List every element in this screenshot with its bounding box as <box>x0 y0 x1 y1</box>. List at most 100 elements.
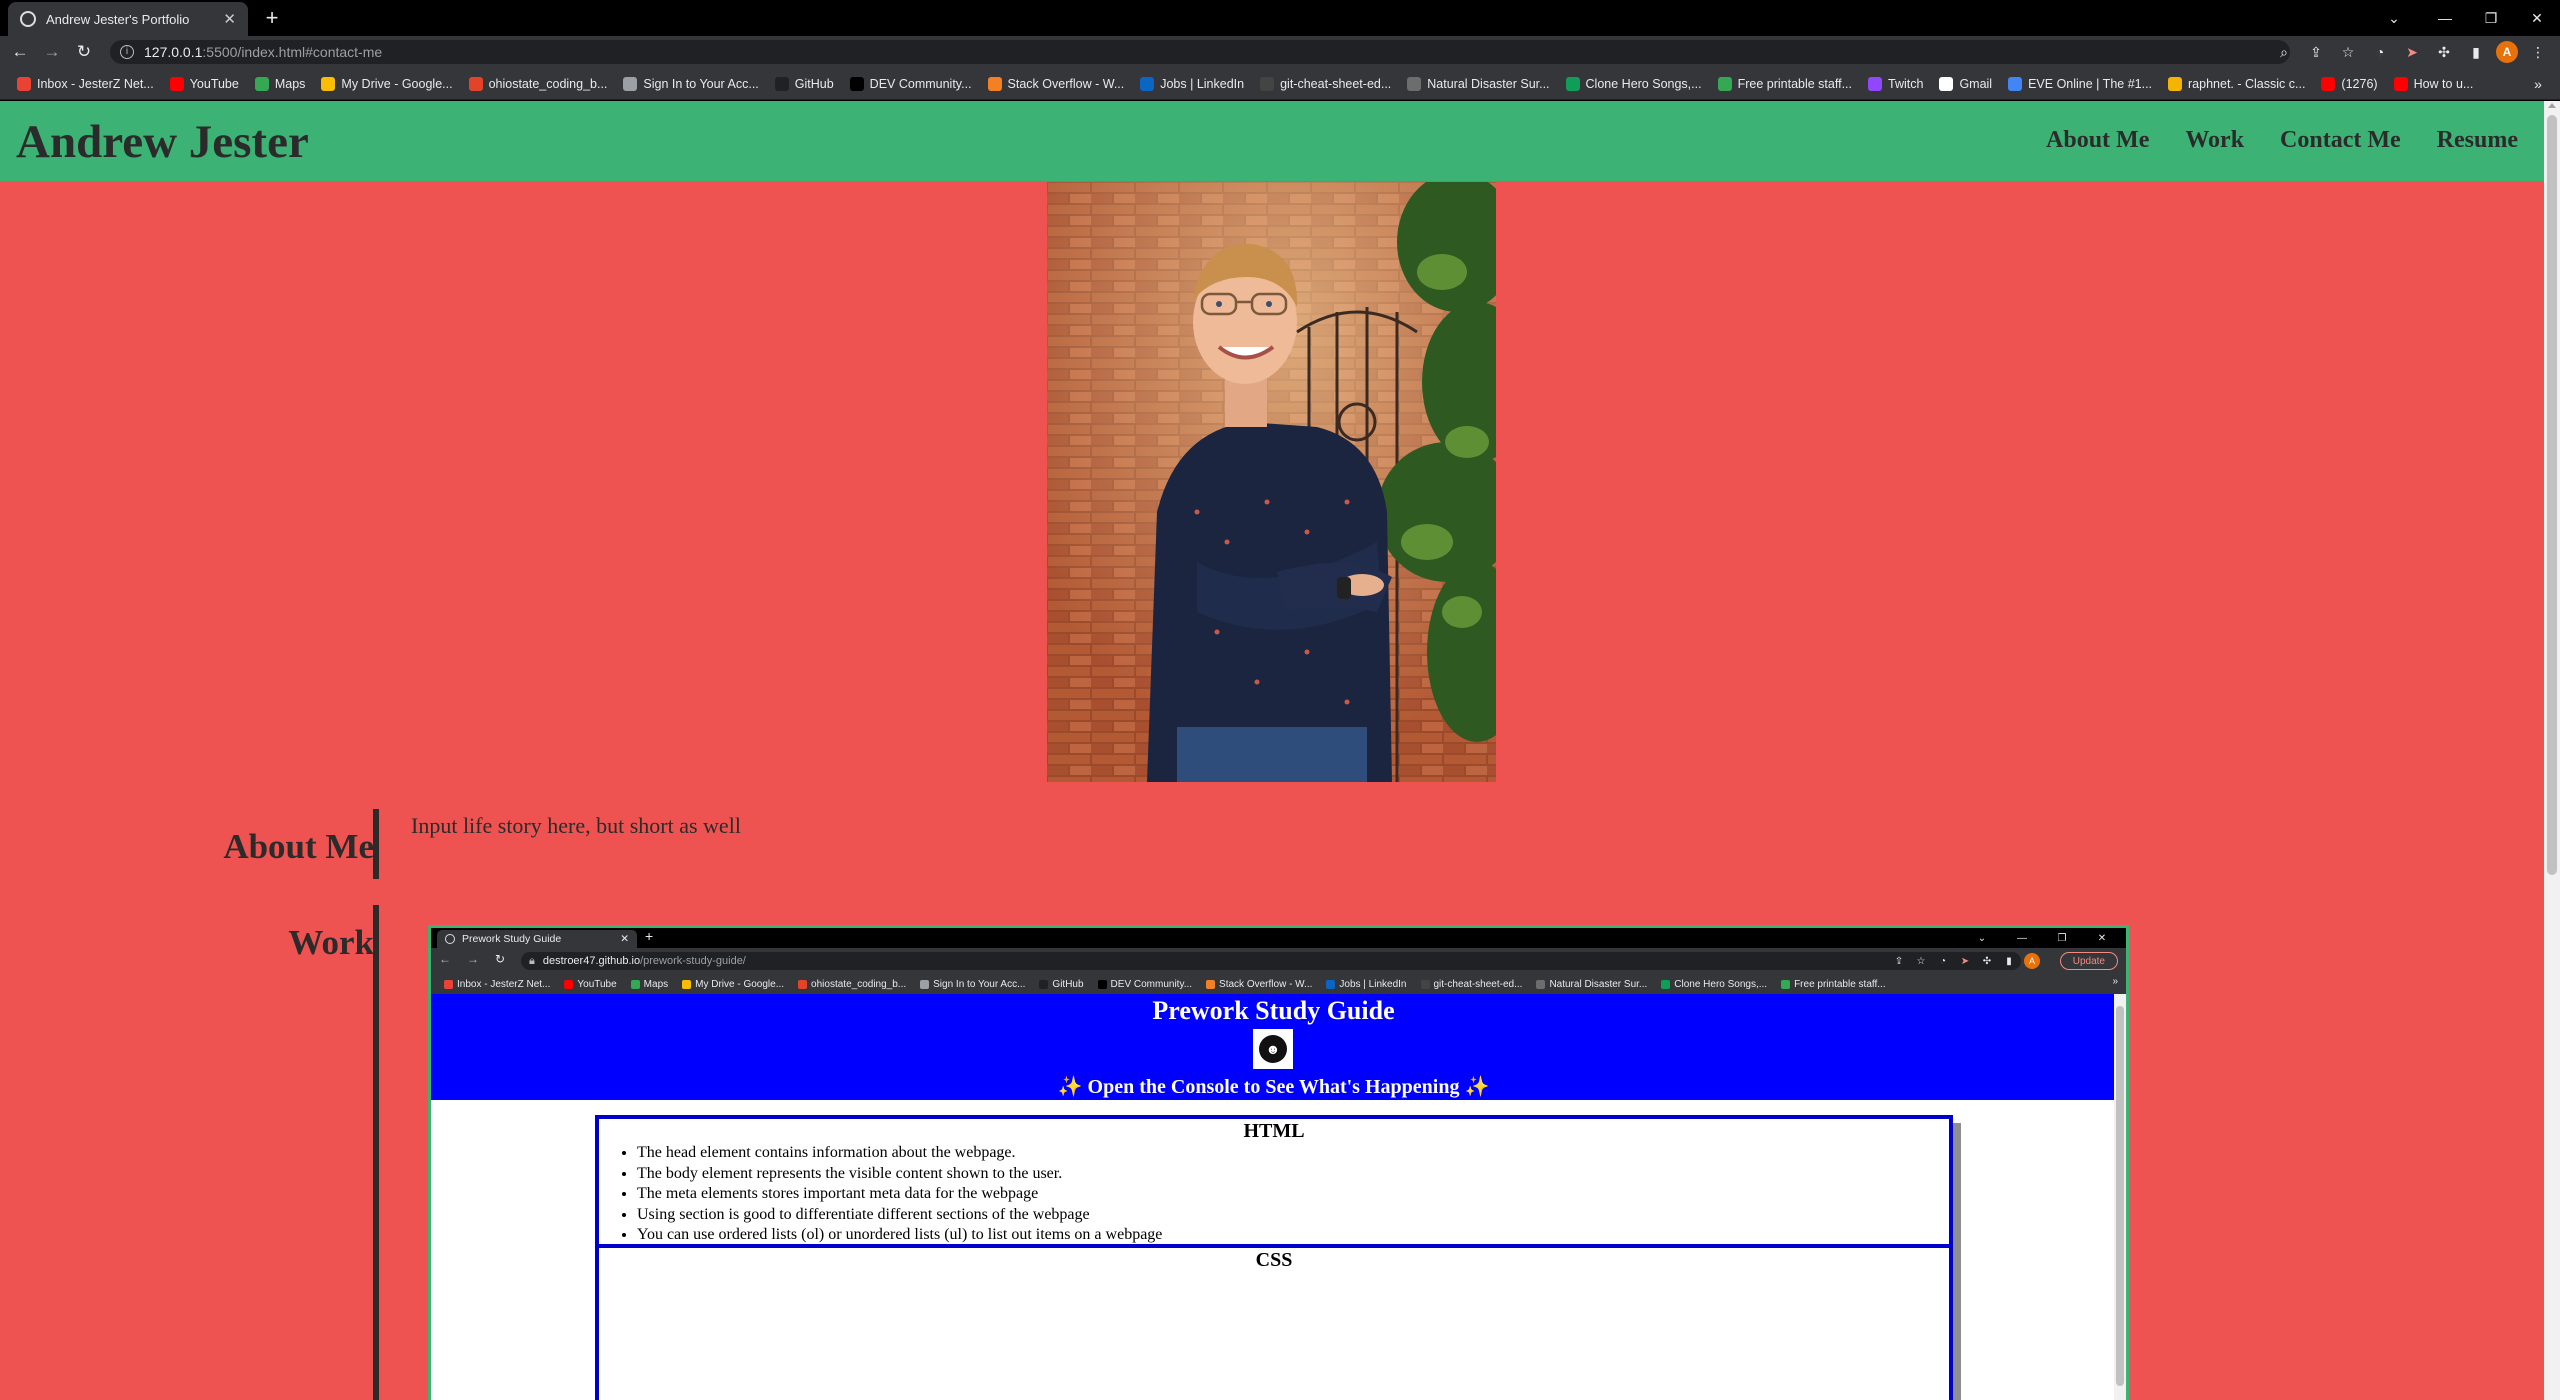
bookmark-label: git-cheat-sheet-ed... <box>1280 76 1392 91</box>
bookmark-item[interactable]: Jobs | LinkedIn <box>1133 72 1251 96</box>
shot-bookmark-label: Jobs | LinkedIn <box>1339 978 1407 990</box>
close-window-icon: ✕ <box>2097 932 2107 944</box>
bookmark-favicon-icon <box>1565 76 1580 91</box>
bookmark-label: DEV Community... <box>869 76 972 91</box>
reload-icon[interactable]: ↻ <box>72 40 96 64</box>
bookmarks-overflow-icon[interactable]: » <box>2526 72 2550 96</box>
sparkle-icon: ✨ <box>1057 1076 1083 1098</box>
zoom-icon[interactable]: ⌕ <box>2272 40 2296 64</box>
bookmark-favicon-icon <box>254 76 269 91</box>
bookmark-item[interactable]: (1276) <box>2314 72 2384 96</box>
shot-bookmark-item: Sign In to Your Acc... <box>915 979 1030 990</box>
bookmark-favicon-icon <box>774 76 789 91</box>
shot-scrollbar <box>2114 994 2126 1400</box>
scrollbar-thumb[interactable] <box>2547 115 2557 875</box>
about-me-text: Input life story here, but short as well <box>411 813 741 838</box>
star-icon[interactable]: ☆ <box>2336 40 2360 64</box>
site-info-icon[interactable]: i <box>120 45 134 59</box>
shot-url-path: /prework-study-guide/ <box>640 955 746 967</box>
shot-subtitle-text: Open the Console to See What's Happening <box>1087 1076 1460 1098</box>
profile-photo <box>1047 182 1496 782</box>
bookmark-favicon-icon <box>798 979 808 989</box>
lock-icon: 🔒︎ <box>529 954 535 967</box>
bookmark-item[interactable]: Free printable staff... <box>1711 72 1859 96</box>
study-card: CSS <box>595 1244 1953 1400</box>
forward-arrow-icon[interactable]: → <box>40 40 64 64</box>
shot-tab-title: Prework Study Guide <box>462 933 562 945</box>
bookmark-item[interactable]: EVE Online | The #1... <box>2001 72 2159 96</box>
bookmark-item[interactable]: Maps <box>248 72 313 96</box>
bookmark-favicon-icon <box>1039 979 1049 989</box>
bookmark-favicon-icon <box>920 979 930 989</box>
list-item: The body element represents the visible … <box>637 1164 1949 1185</box>
bookmark-favicon-icon <box>468 76 483 91</box>
tab-search-icon[interactable]: ⌄ <box>2380 4 2408 32</box>
bookmark-label: (1276) <box>2341 76 2378 91</box>
shot-bookmark-label: git-cheat-sheet-ed... <box>1433 978 1523 990</box>
address-bar[interactable]: i 127.0.0.1:5500/index.html#contact-me <box>110 40 2290 64</box>
back-arrow-icon[interactable]: ← <box>8 40 32 64</box>
bookmark-favicon-icon <box>1717 76 1732 91</box>
shot-address-bar: 🔒︎ destroer47.github.io/prework-study-gu… <box>521 952 2021 970</box>
shot-bookmark-item: Jobs | LinkedIn <box>1321 979 1411 990</box>
shot-bookmark-item: git-cheat-sheet-ed... <box>1416 979 1528 990</box>
restore-icon[interactable]: ❐ <box>2468 0 2514 36</box>
bookmark-item[interactable]: Twitch <box>1861 72 1930 96</box>
bookmark-favicon-icon <box>623 76 638 91</box>
profile-avatar[interactable]: A <box>2496 41 2518 63</box>
close-window-icon[interactable]: ✕ <box>2514 0 2560 36</box>
share-icon[interactable]: ⇪ <box>2304 40 2328 64</box>
toolbar-icons: ⌕ ⇪ ☆ ◔ ➤ ✣ ▮ A ⋮ <box>2272 40 2550 64</box>
bookmark-item[interactable]: git-cheat-sheet-ed... <box>1253 72 1398 96</box>
shot-bookmark-item: Stack Overflow - W... <box>1201 979 1317 990</box>
browser-tab-bar: Andrew Jester's Portfolio ✕ + ⌄ — ❐ ✕ <box>0 0 2560 36</box>
bookmark-item[interactable]: Stack Overflow - W... <box>981 72 1132 96</box>
bookmark-item[interactable]: Inbox - JesterZ Net... <box>10 72 161 96</box>
bookmark-item[interactable]: DEV Community... <box>843 72 979 96</box>
bookmark-label: How to u... <box>2413 76 2474 91</box>
bookmark-item[interactable]: My Drive - Google... <box>314 72 459 96</box>
bookmark-item[interactable]: How to u... <box>2387 72 2481 96</box>
extension-icon[interactable]: ◔ <box>2368 40 2392 64</box>
bookmark-label: Jobs | LinkedIn <box>1160 76 1245 91</box>
close-tab-icon[interactable]: ✕ <box>223 10 236 28</box>
project-screenshot[interactable]: Prework Study Guide ✕ + ⌄ — ❐ ✕ ← → ↻ 🔒︎… <box>428 925 2129 1400</box>
scroll-up-icon[interactable] <box>2548 103 2556 108</box>
page-scrollbar[interactable] <box>2544 101 2560 1400</box>
bookmark-item[interactable]: Clone Hero Songs,... <box>1559 72 1709 96</box>
nav-link-about-me[interactable]: About Me <box>2028 123 2167 158</box>
bookmark-item[interactable]: Gmail <box>1932 72 1999 96</box>
bookmark-label: GitHub <box>794 76 834 91</box>
extension-red-icon: ➤ <box>1960 955 1970 967</box>
browser-tab-active[interactable]: Andrew Jester's Portfolio ✕ <box>8 2 248 36</box>
shot-bookmark-label: Natural Disaster Sur... <box>1549 978 1648 990</box>
nav-link-work[interactable]: Work <box>2167 123 2262 158</box>
star-icon: ☆ <box>1916 955 1926 967</box>
menu-kebab-icon[interactable]: ⋮ <box>2526 40 2550 64</box>
side-panel-icon[interactable]: ▮ <box>2464 40 2488 64</box>
bookmark-item[interactable]: Natural Disaster Sur... <box>1400 72 1556 96</box>
bookmark-item[interactable]: YouTube <box>163 72 246 96</box>
nav-link-resume[interactable]: Resume <box>2419 123 2536 158</box>
shot-bookmark-label: Clone Hero Songs,... <box>1674 978 1768 990</box>
bookmark-item[interactable]: GitHub <box>768 72 841 96</box>
bookmark-favicon-icon <box>1868 76 1882 91</box>
minimize-icon[interactable]: — <box>2422 0 2468 36</box>
bookmark-favicon-icon <box>444 979 453 989</box>
bookmark-item[interactable]: ohiostate_coding_b... <box>462 72 615 96</box>
side-panel-icon: ▮ <box>2006 955 2012 967</box>
window-controls: — ❐ ✕ <box>2422 0 2560 36</box>
shot-bookmark-label: YouTube <box>577 978 617 990</box>
shot-bookmark-item: Free printable staff... <box>1776 979 1891 990</box>
nav-link-contact-me[interactable]: Contact Me <box>2262 123 2419 158</box>
extension-red-icon[interactable]: ➤ <box>2400 40 2424 64</box>
shot-bookmark-item: Inbox - JesterZ Net... <box>439 979 555 990</box>
bookmark-item[interactable]: raphnet. - Classic c... <box>2161 72 2312 96</box>
new-tab-button[interactable]: + <box>258 4 286 32</box>
shot-toolbar: ← → ↻ 🔒︎ destroer47.github.io/prework-st… <box>431 948 2126 974</box>
site-header: Andrew Jester About Me Work Contact Me R… <box>0 101 2544 181</box>
puzzle-icon[interactable]: ✣ <box>2432 40 2456 64</box>
bookmark-item[interactable]: Sign In to Your Acc... <box>616 72 765 96</box>
shot-toolbar-icons: ⇪ ☆ ◔ ➤ ✣ ▮ A <box>1892 952 2040 970</box>
page-viewport: Andrew Jester About Me Work Contact Me R… <box>0 101 2544 1400</box>
